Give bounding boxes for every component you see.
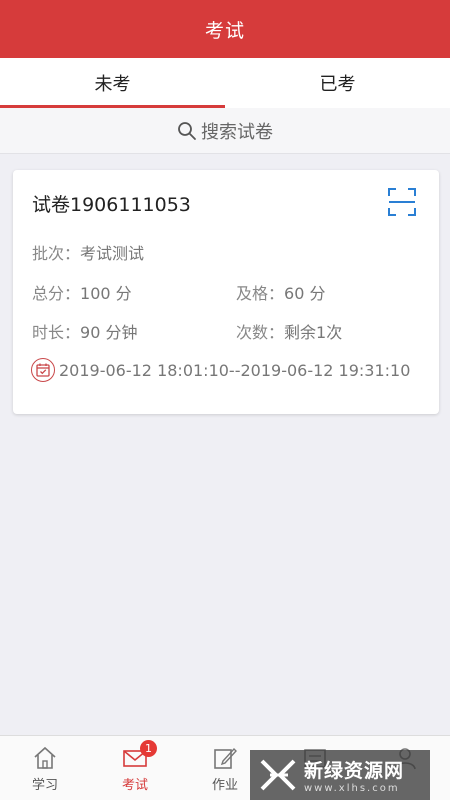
user-icon (394, 748, 416, 770)
time-range: 2019-06-12 18:01:10--2019-06-12 19:31:10 (59, 360, 411, 380)
exam-card[interactable]: 试卷1906111053 批次：考试测试 总分：100 分 及格：60 分 时长… (13, 170, 439, 414)
total-label: 总分： (32, 284, 81, 303)
page-title: 考试 (204, 19, 245, 42)
nav-study[interactable]: 学习 (0, 736, 90, 800)
nav-item-4[interactable] (270, 736, 360, 800)
nav-label: 作业 (211, 778, 238, 793)
duration-row: 时长：90 分钟 (32, 319, 137, 343)
calendar-icon (31, 358, 55, 382)
scan-icon[interactable] (387, 187, 417, 217)
search-icon (178, 121, 196, 140)
tab-label: 未考 (94, 74, 131, 95)
batch-label: 批次： (32, 244, 81, 263)
tab-not-taken[interactable]: 未考 (0, 58, 225, 108)
duration-label: 时长： (32, 323, 81, 342)
batch-row: 批次：考试测试 (32, 240, 144, 264)
tab-label: 已考 (319, 74, 356, 95)
search-placeholder: 搜索试卷 (201, 121, 273, 143)
attempts-value: 剩余1次 (284, 323, 343, 342)
list-icon (304, 749, 326, 768)
app-header: 考试 (0, 0, 450, 58)
bottom-nav: 学习 1 考试 作业 (0, 735, 450, 800)
nav-label: 学习 (31, 778, 58, 793)
exam-tabs: 未考 已考 (0, 58, 450, 108)
exam-title: 试卷1906111053 (32, 194, 191, 216)
batch-value: 考试测试 (80, 244, 145, 263)
nav-homework[interactable]: 作业 (180, 736, 270, 800)
tab-taken[interactable]: 已考 (225, 58, 450, 108)
attempts-row: 次数：剩余1次 (236, 319, 342, 343)
nav-item-5[interactable] (360, 736, 450, 800)
total-value: 100 分 (80, 284, 132, 303)
search-bar[interactable]: 搜索试卷 (0, 108, 450, 154)
home-icon (34, 746, 56, 769)
pass-value: 60 分 (284, 284, 326, 303)
notification-badge: 1 (140, 740, 157, 757)
nav-exam[interactable]: 1 考试 (90, 736, 180, 800)
total-score-row: 总分：100 分 (32, 280, 132, 304)
duration-value: 90 分钟 (80, 323, 138, 342)
nav-label: 考试 (121, 778, 148, 793)
pass-label: 及格： (236, 284, 285, 303)
pass-score-row: 及格：60 分 (236, 280, 325, 304)
edit-icon (214, 747, 237, 769)
attempts-label: 次数： (236, 323, 285, 342)
time-range-row: 2019-06-12 18:01:10--2019-06-12 19:31:10 (31, 358, 410, 382)
